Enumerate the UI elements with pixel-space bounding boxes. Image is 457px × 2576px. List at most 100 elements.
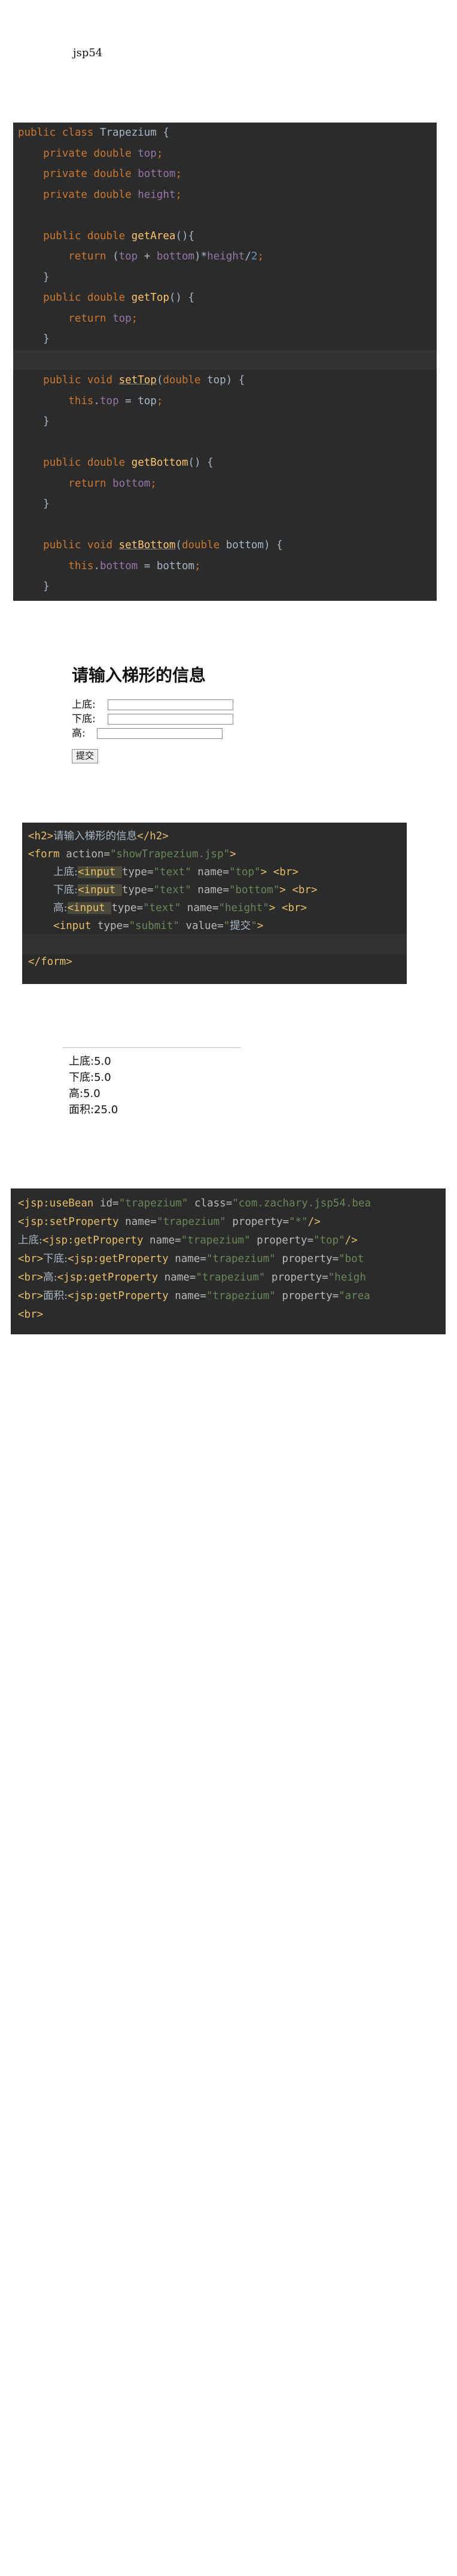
code-token: <br> (18, 1272, 44, 1284)
code-token: <jsp:setProperty (18, 1216, 126, 1228)
code-token: ; (175, 188, 182, 201)
code-token: )* (194, 250, 208, 262)
code-token: public class (18, 127, 100, 139)
code-token: this (68, 395, 94, 407)
code-token: "com.zachary.jsp54.bea (232, 1197, 371, 1209)
code-token: </h2> (137, 830, 169, 842)
code-token: name= (150, 1234, 181, 1246)
code-token: 高: (43, 1272, 57, 1284)
code-token: name= (197, 884, 229, 896)
code-token: bottom (100, 560, 138, 572)
code-token: public void (43, 374, 119, 386)
code-line: <br> (11, 1304, 446, 1325)
code-token: double (181, 539, 226, 551)
code-token: </form> (28, 956, 72, 968)
code-token: "top" (228, 866, 261, 878)
code-line: <form action="showTrapezium.jsp"> (22, 844, 407, 864)
code-line: <h2>请输入梯形的信息</h2> (22, 826, 407, 847)
code-token: ( (112, 250, 119, 262)
code-token: "trapezium" (196, 1272, 272, 1284)
code-token: } (18, 580, 50, 592)
code-token: <jsp:getProperty (57, 1272, 164, 1284)
code-token: property= (271, 1272, 328, 1284)
code-token: <input (78, 866, 122, 878)
trapezium-form-preview: 请输入梯形的信息 上底: 下底: 高: 提交 (71, 662, 262, 782)
code-token: ; (156, 395, 163, 407)
code-token: <br> (18, 1253, 44, 1265)
code-token: ( (156, 374, 163, 386)
code-token: "text" (143, 902, 187, 914)
code-token: /> (307, 1216, 321, 1228)
code-token: <jsp:getProperty (68, 1253, 175, 1265)
code-token: return (68, 477, 113, 490)
code-token: <jsp:getProperty (68, 1290, 175, 1302)
code-token: "trapezium" (181, 1234, 257, 1246)
code-token: ; (131, 312, 138, 325)
page-title: jsp54 (73, 47, 103, 59)
code-token: double (163, 374, 208, 386)
code-line: private double bottom; (13, 164, 437, 184)
code-token: name= (164, 1272, 196, 1284)
code-token: bottom (112, 477, 151, 490)
code-token: Trapezium { (99, 127, 169, 139)
code-token: private double (43, 188, 138, 201)
code-token: class= (194, 1197, 233, 1209)
code-token: value= (185, 920, 224, 932)
code-token: <br> (18, 1290, 44, 1302)
code-line (13, 349, 437, 370)
code-token: ; (150, 477, 157, 490)
code-token: return (68, 312, 113, 325)
code-token: <form (28, 848, 66, 860)
code-token: } (18, 271, 50, 283)
code-token: getBottom (131, 457, 188, 469)
code-line: </form> (22, 952, 407, 972)
code-token: <input (53, 920, 98, 932)
code-token: "top" (313, 1234, 345, 1246)
code-token: private double (43, 168, 138, 180)
code-token: <h2> (28, 830, 54, 842)
code-token: top (138, 147, 157, 160)
code-line: 高:<input type="text" name="height"> <br> (22, 898, 407, 918)
code-line: <br>高:<jsp:getProperty name="trapezium" … (11, 1267, 446, 1288)
top-input[interactable] (108, 699, 233, 710)
code-token: > (257, 920, 264, 932)
code-token: / (245, 250, 251, 262)
form-heading: 请输入梯形的信息 (72, 665, 206, 685)
code-token: top) { (207, 374, 245, 386)
code-token: ; (175, 168, 182, 180)
code-line: } (13, 411, 437, 432)
code-token: ( (175, 539, 182, 551)
code-token: ; (257, 250, 264, 262)
code-line: 下底:<input type="text" name="bottom"> <br… (22, 880, 407, 900)
bottom-input[interactable] (108, 714, 233, 725)
code-token: 上底: (18, 1234, 42, 1246)
code-token: "submit" (129, 920, 186, 932)
height-input[interactable] (97, 728, 223, 739)
code-token: type= (111, 902, 144, 914)
submit-button[interactable]: 提交 (72, 749, 99, 763)
code-token: > <br> (279, 884, 318, 896)
code-token: <br> (18, 1309, 44, 1321)
code-token: "trapezium" (206, 1253, 282, 1265)
code-token: 下底: (53, 884, 78, 896)
code-token: property= (282, 1253, 339, 1265)
code-token: id= (99, 1197, 119, 1209)
code-line: public void setTop(double top) { (13, 370, 437, 390)
code-token: setTop (118, 374, 157, 386)
java-class-code-panel: public class Trapezium { private double … (13, 123, 437, 601)
field-label-bottom: 下底: (72, 713, 96, 725)
code-token: "text" (153, 866, 198, 878)
code-token: > <br> (269, 902, 307, 914)
code-token: > <br> (260, 866, 298, 878)
code-line: public double getTop() { (13, 288, 437, 308)
code-token: name= (187, 902, 219, 914)
field-label-top: 上底: (72, 699, 96, 711)
code-token: ; (156, 147, 163, 160)
code-token: "height" (218, 902, 269, 914)
